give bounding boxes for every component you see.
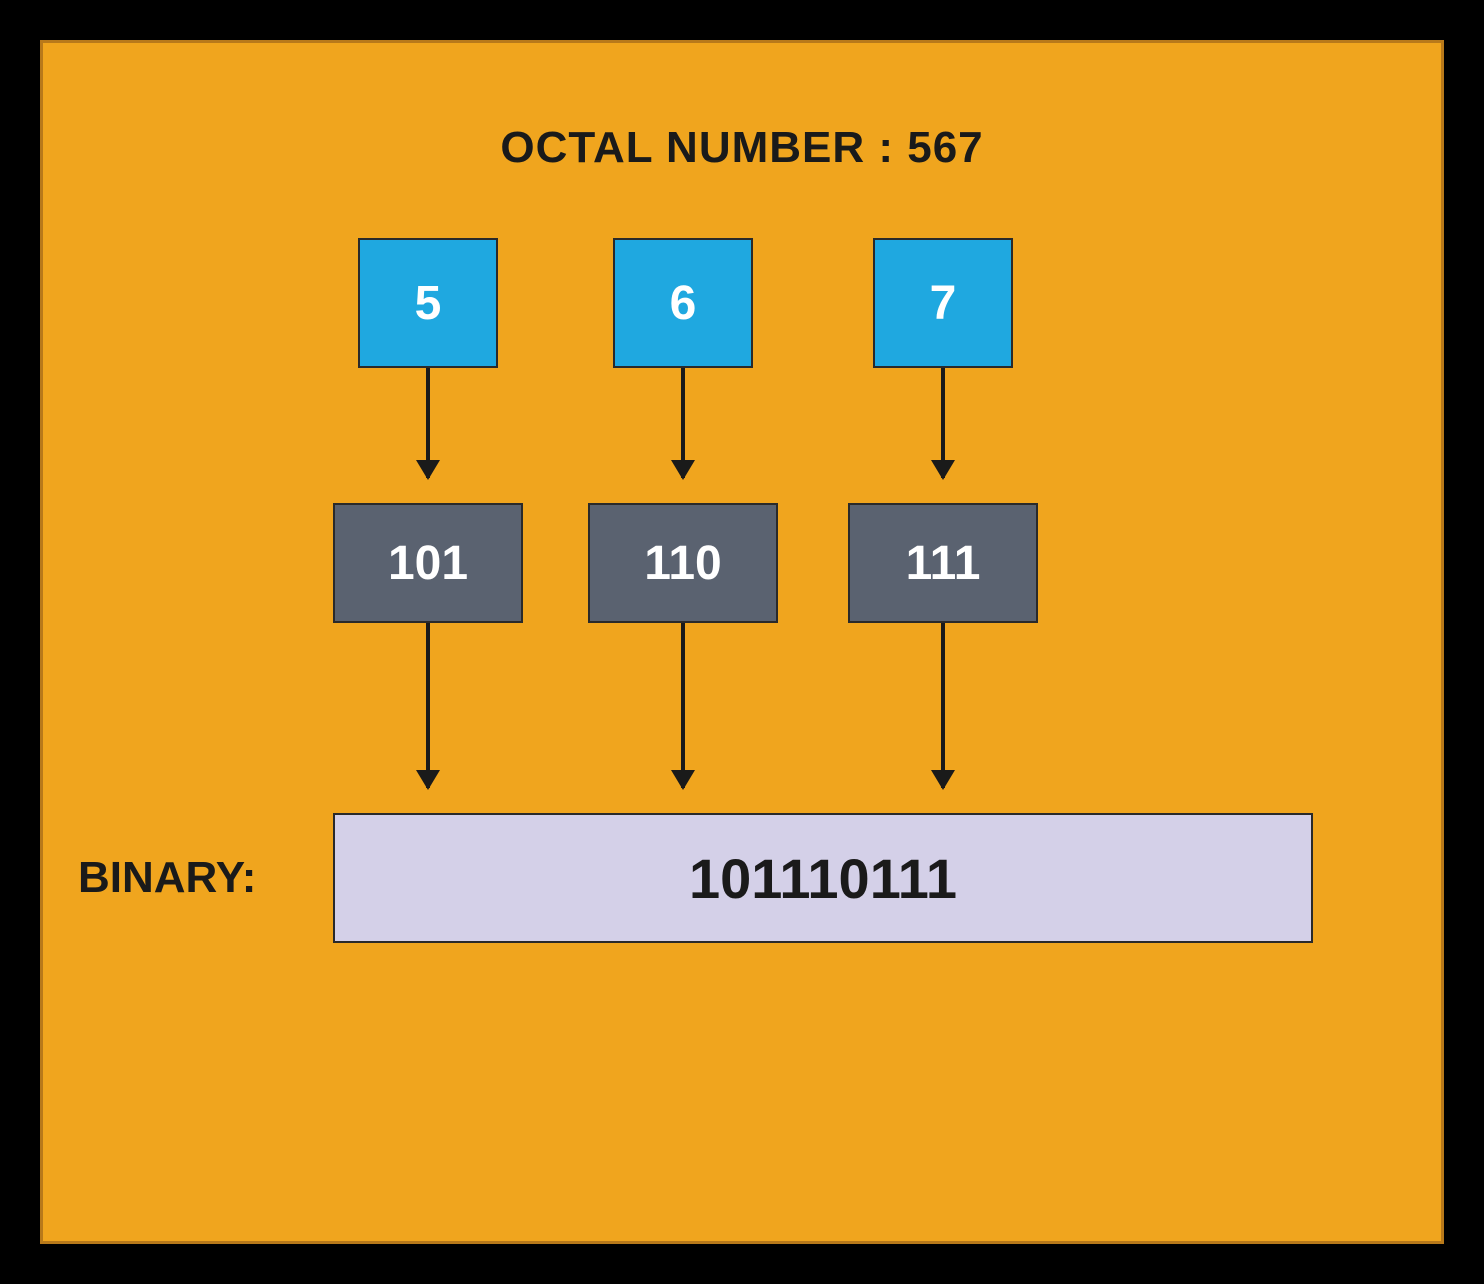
binary-group-box-3: 111	[848, 503, 1038, 623]
octal-digit-box-1: 5	[358, 238, 498, 368]
outer-frame: OCTAL NUMBER : 567 5 6 7 101 110 111	[0, 0, 1484, 1284]
octal-digit-3: 7	[930, 276, 957, 331]
binary-group-1: 101	[388, 536, 468, 591]
title-text: OCTAL NUMBER : 567	[43, 123, 1441, 173]
result-value: 101110111	[689, 846, 957, 911]
octal-digit-2: 6	[670, 276, 697, 331]
octal-digit-box-2: 6	[613, 238, 753, 368]
result-box: 101110111	[333, 813, 1313, 943]
binary-group-box-2: 110	[588, 503, 778, 623]
octal-digit-1: 5	[415, 276, 442, 331]
result-label: BINARY:	[78, 853, 256, 903]
binary-group-3: 111	[906, 536, 981, 591]
binary-group-2: 110	[644, 536, 721, 591]
diagram-panel: OCTAL NUMBER : 567 5 6 7 101 110 111	[40, 40, 1444, 1244]
binary-group-box-1: 101	[333, 503, 523, 623]
octal-digit-box-3: 7	[873, 238, 1013, 368]
